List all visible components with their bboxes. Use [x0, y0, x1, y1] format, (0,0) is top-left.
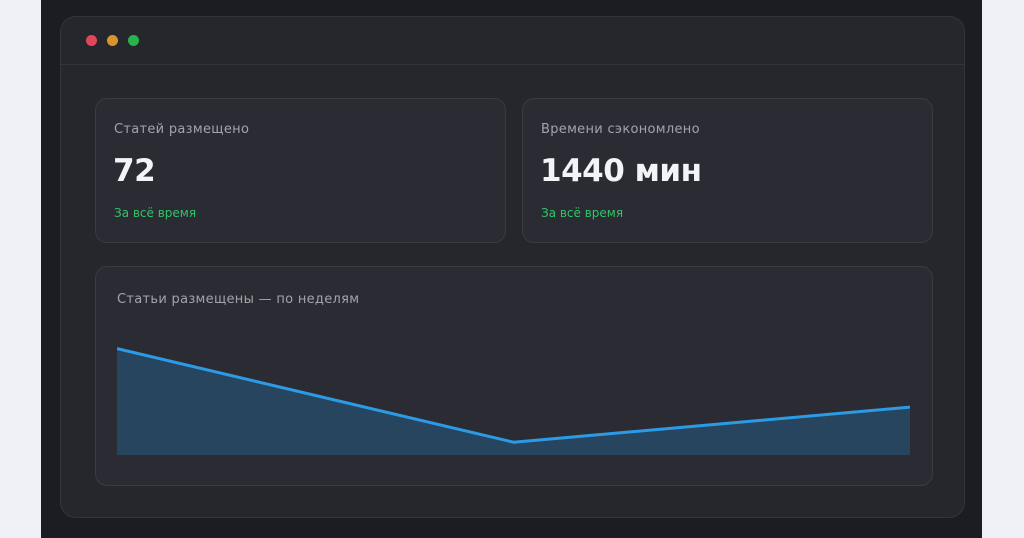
chart-title: Статьи размещены — по неделям: [117, 292, 360, 307]
stat-note: За всё время: [541, 206, 624, 220]
app-window: Статей размещено 72 За всё время Времени…: [60, 16, 965, 518]
stat-value: 1440 мин: [540, 153, 702, 189]
minimize-window-button[interactable]: [107, 35, 118, 46]
weekly-articles-chart: [117, 347, 910, 455]
maximize-window-button[interactable]: [128, 35, 139, 46]
stat-card-articles: Статей размещено 72 За всё время: [95, 98, 506, 243]
chart-area-fill: [117, 348, 910, 455]
chart-card: Статьи размещены — по неделям: [95, 266, 933, 486]
app-background: Статей размещено 72 За всё время Времени…: [41, 0, 982, 538]
stat-note: За всё время: [114, 206, 197, 220]
window-titlebar: [61, 17, 964, 65]
stat-label: Статей размещено: [114, 122, 250, 137]
close-window-button[interactable]: [86, 35, 97, 46]
stat-card-time-saved: Времени сэкономлено 1440 мин За всё врем…: [522, 98, 933, 243]
stat-value: 72: [113, 153, 156, 189]
stat-label: Времени сэкономлено: [541, 122, 700, 137]
